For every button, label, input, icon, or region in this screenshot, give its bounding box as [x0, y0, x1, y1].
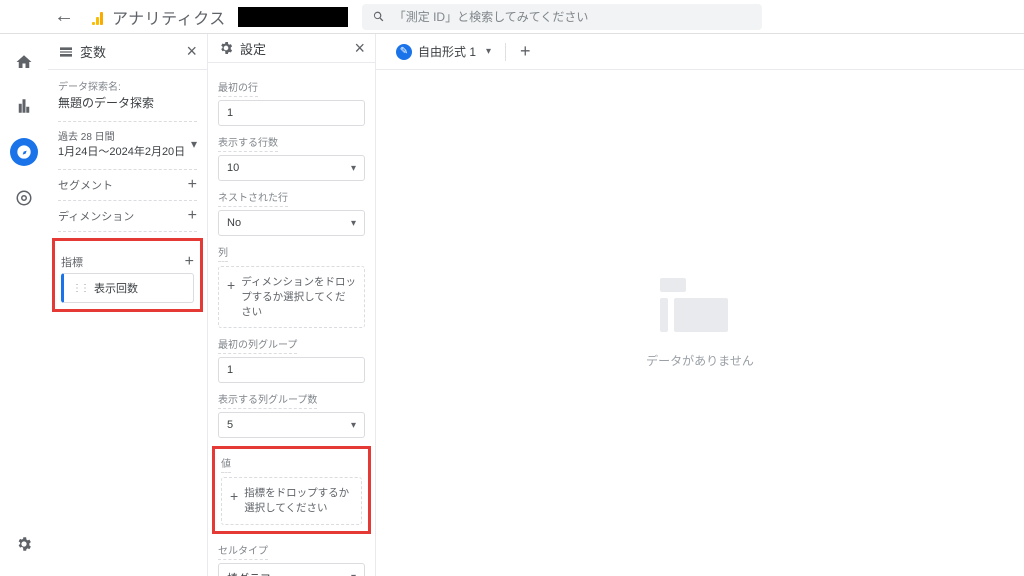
- ga-logo-icon: [90, 9, 106, 25]
- explore-name[interactable]: 無題のデータ探索: [58, 94, 197, 111]
- variables-icon: [58, 44, 74, 60]
- search-icon: [372, 10, 386, 24]
- dimensions-section: ディメンション +: [58, 207, 197, 225]
- metrics-highlight-box: 指標 + ⋮⋮ 表示回数: [52, 238, 203, 312]
- tab-bar: ✎ 自由形式 1 ▾ +: [376, 34, 1024, 70]
- first-col-group-label: 最初の列グループ: [218, 336, 297, 354]
- settings-title: 設定: [240, 39, 266, 58]
- settings-close-icon[interactable]: ×: [354, 38, 365, 59]
- explore-name-label: データ探索名:: [58, 78, 197, 93]
- plus-icon: +: [227, 276, 235, 296]
- values-highlight-box: 値 +指標をドロップするか選択してください: [212, 446, 371, 533]
- chevron-down-icon: ▾: [351, 420, 356, 431]
- segments-label: セグメント: [58, 177, 113, 193]
- settings-panel-header: 設定 ×: [208, 34, 375, 63]
- values-label: 値: [221, 455, 231, 473]
- nav-rail: [0, 34, 48, 576]
- back-arrow-icon[interactable]: ←: [54, 5, 74, 28]
- search-bar[interactable]: 「測定 ID」と検索してみてください: [362, 4, 762, 30]
- chevron-down-icon: ▾: [351, 163, 356, 174]
- tab-label: 自由形式 1: [418, 43, 476, 60]
- cell-type-select[interactable]: 棒グラフ▾: [218, 563, 365, 576]
- metric-chip-label: 表示回数: [94, 280, 138, 296]
- first-row-label: 最初の行: [218, 79, 258, 97]
- canvas-stage: データがありません: [376, 70, 1024, 576]
- nav-home-icon[interactable]: [12, 50, 36, 74]
- app-name: アナリティクス: [112, 5, 226, 29]
- search-placeholder: 「測定 ID」と検索してみてください: [394, 8, 589, 25]
- col-group-count-select[interactable]: 5▾: [218, 412, 365, 438]
- tab-freeform-1[interactable]: ✎ 自由形式 1 ▾: [386, 43, 501, 60]
- date-range-value: 1月24日〜2024年2月20日: [58, 143, 185, 159]
- gear-icon: [218, 40, 234, 56]
- columns-label: 列: [218, 244, 228, 262]
- metrics-section: 指標 +: [61, 253, 194, 271]
- add-metric-button[interactable]: +: [185, 253, 194, 271]
- variables-title: 変数: [80, 42, 106, 61]
- app-header: ← アナリティクス 「測定 ID」と検索してみてください: [0, 0, 1024, 34]
- date-range-label: 過去 28 日間: [58, 128, 185, 143]
- plus-icon: +: [230, 487, 238, 507]
- first-row-input[interactable]: 1: [218, 100, 365, 126]
- drag-handle-icon: ⋮⋮: [72, 283, 88, 294]
- nav-reports-icon[interactable]: [12, 94, 36, 118]
- chevron-down-icon: ▾: [191, 137, 197, 151]
- col-group-count-label: 表示する列グループ数: [218, 391, 317, 409]
- first-col-group-input[interactable]: 1: [218, 357, 365, 383]
- row-count-label: 表示する行数: [218, 134, 278, 152]
- variables-panel-header: 変数 ×: [48, 34, 207, 70]
- chevron-down-icon[interactable]: ▾: [486, 46, 491, 57]
- chevron-down-icon: ▾: [351, 218, 356, 229]
- nav-advertising-icon[interactable]: [12, 186, 36, 210]
- metric-chip[interactable]: ⋮⋮ 表示回数: [61, 273, 194, 303]
- columns-dropzone[interactable]: +ディメンションをドロップするか選択してください: [218, 266, 365, 328]
- add-tab-button[interactable]: +: [510, 41, 541, 62]
- variables-panel: 変数 × データ探索名: 無題のデータ探索 過去 28 日間 1月24日〜202…: [48, 34, 208, 576]
- nav-admin-icon[interactable]: [12, 532, 36, 556]
- nav-explore-icon[interactable]: [10, 138, 38, 166]
- date-range-picker[interactable]: 過去 28 日間 1月24日〜2024年2月20日 ▾: [58, 128, 197, 159]
- cell-type-label: セルタイプ: [218, 542, 268, 560]
- settings-panel: 設定 × 最初の行 1 表示する行数 10▾ ネストされた行 No▾ 列 +ディ…: [208, 34, 376, 576]
- property-selector-redacted[interactable]: [238, 7, 348, 27]
- chevron-down-icon: ▾: [351, 572, 356, 576]
- add-segment-button[interactable]: +: [188, 176, 197, 194]
- add-dimension-button[interactable]: +: [188, 207, 197, 225]
- nested-rows-label: ネストされた行: [218, 189, 288, 207]
- tab-edit-icon: ✎: [396, 44, 412, 60]
- nested-rows-select[interactable]: No▾: [218, 210, 365, 236]
- variables-close-icon[interactable]: ×: [186, 41, 197, 62]
- values-dropzone[interactable]: +指標をドロップするか選択してください: [221, 477, 362, 524]
- dimensions-label: ディメンション: [58, 208, 134, 224]
- segments-section: セグメント +: [58, 176, 197, 194]
- metrics-label: 指標: [61, 254, 83, 270]
- app-logo: アナリティクス: [90, 5, 226, 29]
- tab-divider: [505, 43, 506, 61]
- row-count-select[interactable]: 10▾: [218, 155, 365, 181]
- empty-state-icon: [660, 278, 740, 338]
- canvas-area: ✎ 自由形式 1 ▾ + データがありません: [376, 34, 1024, 576]
- main-area: 変数 × データ探索名: 無題のデータ探索 過去 28 日間 1月24日〜202…: [48, 34, 1024, 576]
- empty-state-message: データがありません: [646, 352, 754, 369]
